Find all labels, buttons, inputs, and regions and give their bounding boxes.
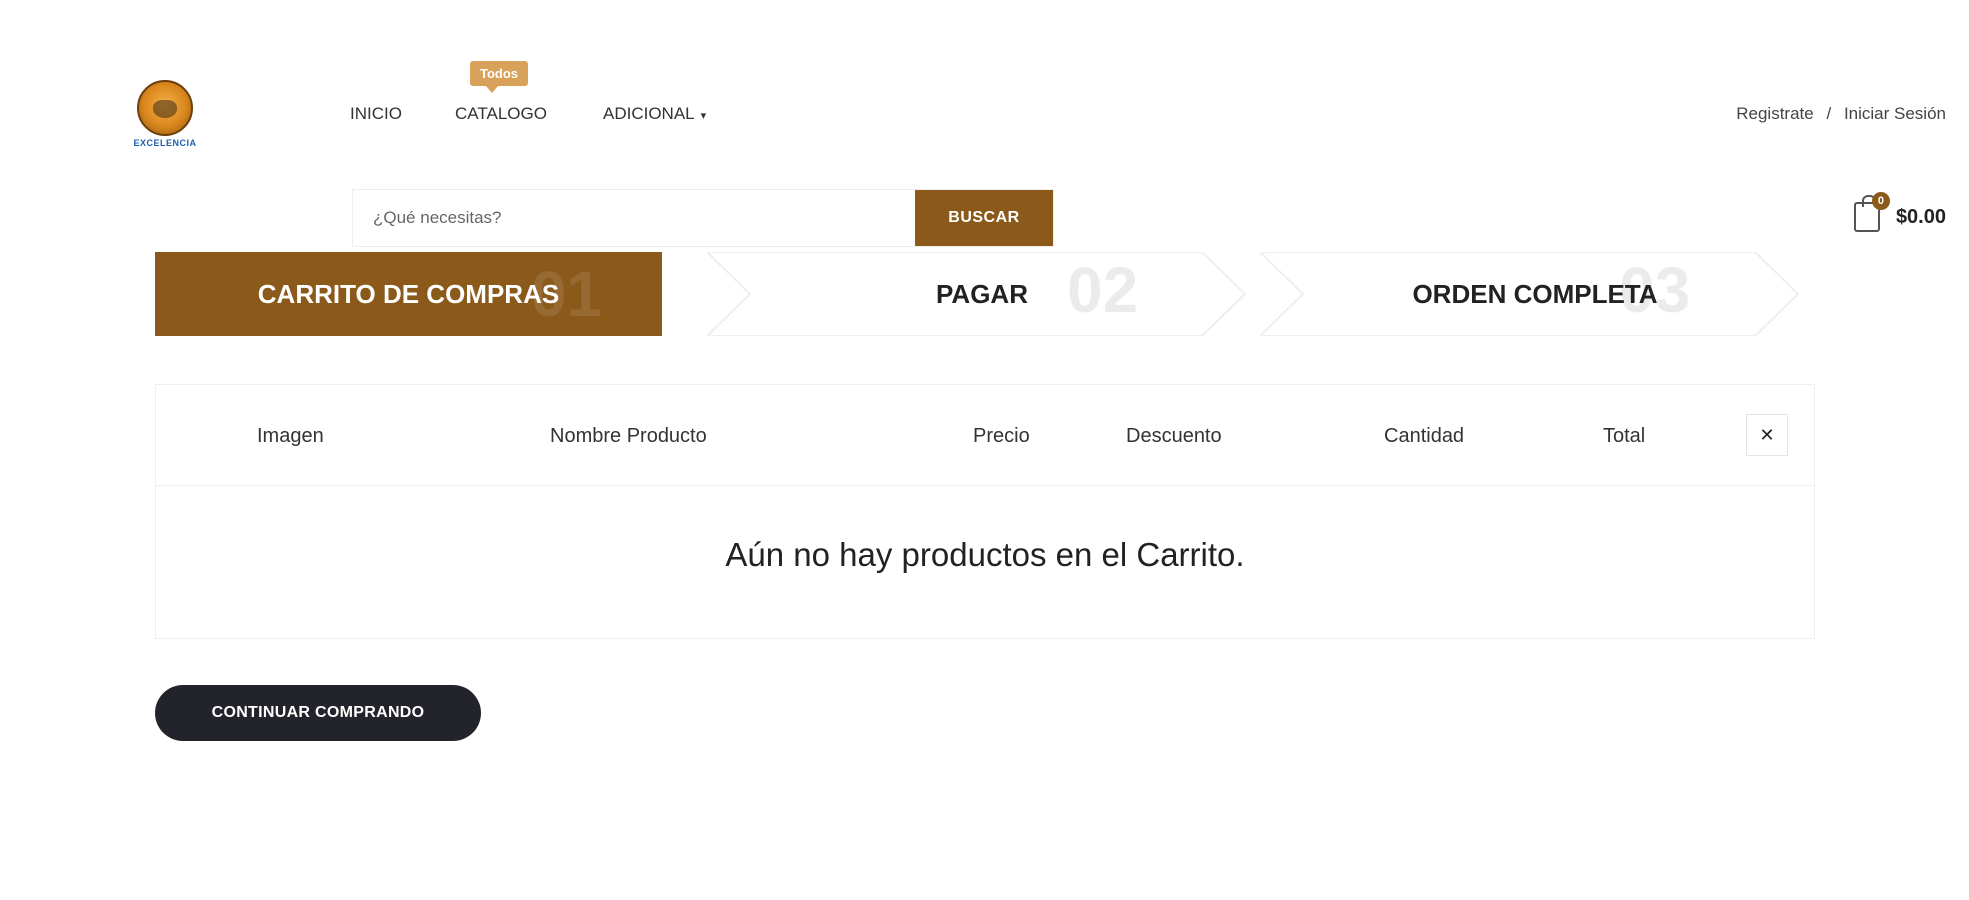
continue-shopping-button[interactable]: CONTINUAR COMPRANDO	[155, 685, 481, 741]
th-product-name: Nombre Producto	[550, 425, 707, 447]
step-cart: 01 CARRITO DE COMPRAS	[155, 252, 662, 336]
table-header: Imagen Nombre Producto Precio Descuento …	[156, 385, 1814, 486]
th-price: Precio	[973, 425, 1030, 447]
nav-catalogo[interactable]: CATALOGO	[455, 104, 547, 124]
search-bar: BUSCAR	[352, 189, 1054, 247]
step-label: CARRITO DE COMPRAS	[257, 278, 560, 309]
step-label: ORDEN COMPLETA	[1412, 278, 1658, 309]
nav-inicio[interactable]: INICIO	[350, 104, 402, 124]
close-icon[interactable]: ✕	[1746, 414, 1788, 456]
login-link[interactable]: Iniciar Sesión	[1844, 104, 1946, 123]
site-logo[interactable]: EXCELENCIA	[133, 80, 197, 152]
step-pay: PAGAR 02	[707, 252, 1257, 336]
checkout-steps: 01 CARRITO DE COMPRAS PAGAR 02 03 ORDEN …	[155, 252, 1810, 336]
register-link[interactable]: Registrate	[1736, 104, 1813, 123]
step-number: 02	[1067, 254, 1139, 326]
logo-text: EXCELENCIA	[133, 138, 197, 148]
cart-total: $0.00	[1895, 205, 1946, 228]
empty-cart-message: Aún no hay productos en el Carrito.	[725, 536, 1245, 573]
auth-links: Registrate / Iniciar Sesión	[1736, 104, 1946, 124]
chevron-down-icon: ▾	[700, 110, 707, 122]
search-input[interactable]	[353, 190, 915, 246]
th-quantity: Cantidad	[1384, 425, 1465, 447]
step-complete: 03 ORDEN COMPLETA	[1260, 252, 1810, 336]
cart-count-badge: 0	[1871, 192, 1890, 210]
nav-adicional-label: ADICIONAL	[603, 104, 695, 123]
th-image: Imagen	[257, 425, 324, 447]
mini-cart[interactable]: 0 $0.00	[1853, 192, 1946, 232]
search-button[interactable]: BUSCAR	[915, 190, 1053, 246]
step-label: PAGAR	[936, 278, 1028, 309]
logo-emblem	[137, 80, 193, 136]
shopping-bag-icon: 0	[1853, 192, 1890, 232]
nav-adicional[interactable]: ADICIONAL ▾	[603, 104, 706, 124]
th-discount: Descuento	[1126, 425, 1222, 447]
auth-separator: /	[1826, 104, 1832, 123]
cart-table: Imagen Nombre Producto Precio Descuento …	[155, 384, 1815, 639]
th-total: Total	[1603, 425, 1646, 447]
catalog-badge: Todos	[470, 61, 529, 93]
